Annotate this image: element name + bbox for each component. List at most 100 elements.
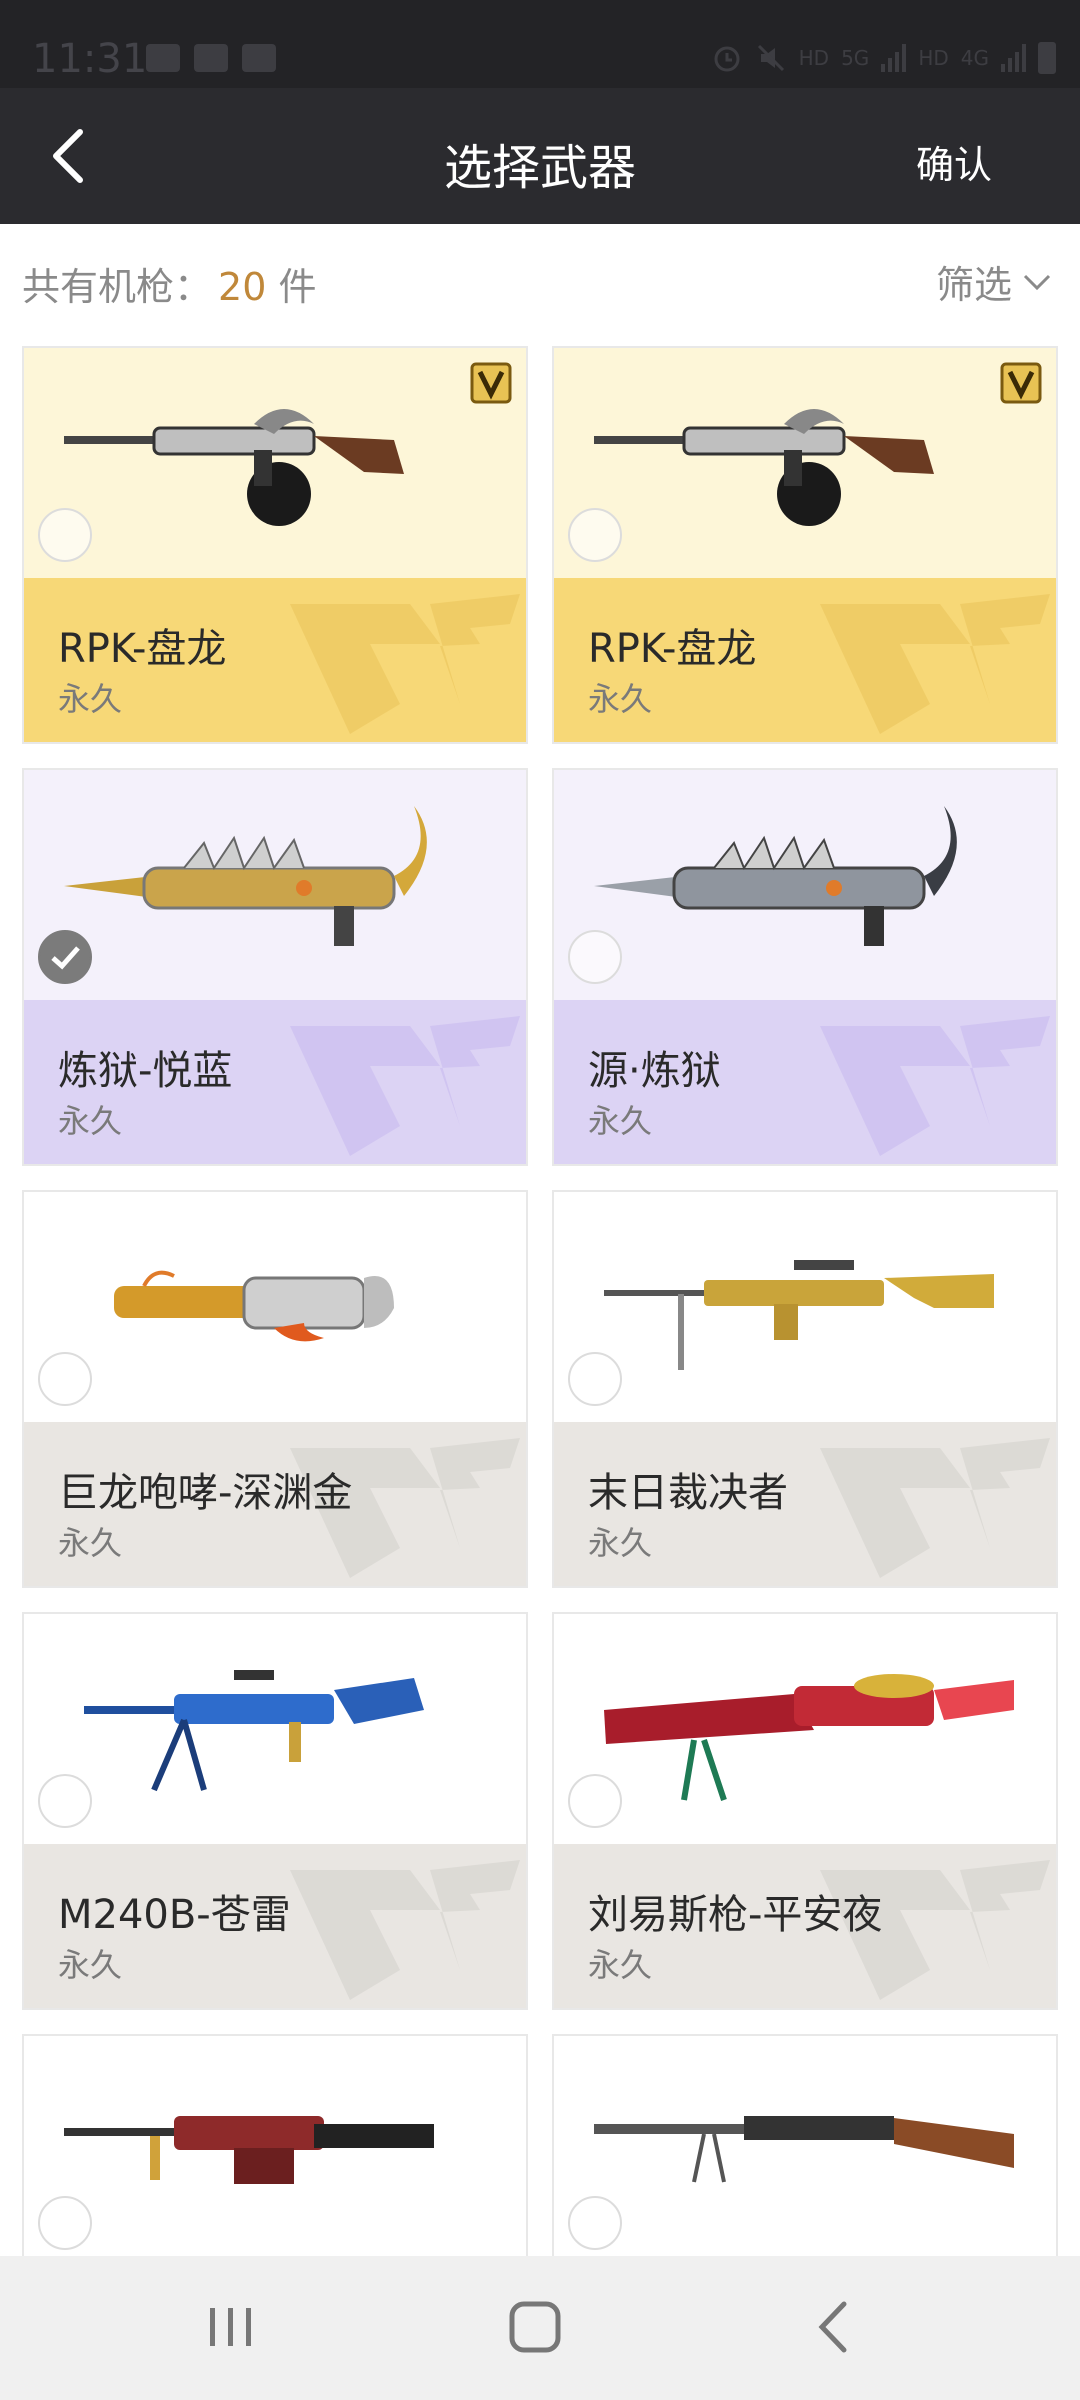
system-nav-bar — [0, 2256, 1080, 2400]
filter-button[interactable]: 筛选 — [936, 254, 1054, 309]
select-checkbox[interactable] — [38, 2196, 92, 2250]
weapon-name: 源·炼狱 — [588, 1048, 721, 1094]
weapon-card[interactable]: 末日裁决者 永久 — [552, 1190, 1058, 1588]
signal-icon-2 — [1001, 44, 1026, 72]
weapon-image-area — [24, 348, 526, 578]
vip-badge-icon — [470, 362, 512, 404]
select-checkbox[interactable] — [568, 508, 622, 562]
select-checkbox[interactable] — [568, 1352, 622, 1406]
weapon-card[interactable]: M240B-苍雷 永久 — [22, 1612, 528, 2010]
4g-label: 4G — [960, 46, 989, 70]
weapon-info: 刘易斯枪-平安夜 永久 — [554, 1844, 1056, 2008]
cf-watermark-icon — [290, 1016, 520, 1156]
select-checkbox[interactable] — [38, 1774, 92, 1828]
select-checkbox[interactable] — [568, 930, 622, 984]
weapon-image-area — [554, 348, 1056, 578]
cf-watermark-icon — [820, 1016, 1050, 1156]
weapon-image-area — [554, 2036, 1056, 2266]
weapon-duration: 永久 — [588, 1524, 653, 1562]
weapon-duration: 永久 — [58, 1946, 123, 1984]
weapon-name: 炼狱-悦蓝 — [58, 1048, 233, 1094]
inferno-gun-gold-icon — [64, 806, 490, 966]
weapon-name: 末日裁决者 — [588, 1470, 788, 1516]
chevron-down-icon — [1023, 274, 1051, 290]
home-icon[interactable] — [500, 2292, 570, 2362]
weapon-image-area — [554, 1614, 1056, 1844]
weapon-card[interactable]: 炼狱-悦蓝 永久 — [22, 768, 528, 1166]
weapon-grid: RPK-盘龙 永久 RPK-盘龙 永久 炼狱-悦蓝 永久 源·炼狱 永久 巨龙咆… — [22, 346, 1058, 2400]
weapon-info: 炼狱-悦蓝 永久 — [24, 1000, 526, 1164]
weapon-duration: 永久 — [58, 1524, 123, 1562]
status-time: 11:31 — [32, 36, 148, 82]
select-checkbox[interactable] — [38, 1352, 92, 1406]
weapon-card[interactable]: 源·炼狱 永久 — [552, 768, 1058, 1166]
vintage-mg-icon — [594, 2072, 1020, 2232]
count-unit: 件 — [278, 265, 317, 309]
app-header: 选择武器 确认 — [0, 88, 1080, 224]
select-checkbox[interactable] — [568, 1774, 622, 1828]
status-bar: 11:31 HD 5G HD 4G — [0, 0, 1080, 88]
hd-label-2: HD — [918, 46, 949, 70]
filter-label: 筛选 — [935, 263, 1012, 307]
alarm-icon — [714, 46, 740, 72]
golden-mg-icon — [594, 1228, 1020, 1388]
mute-icon — [757, 44, 784, 72]
signal-icon — [881, 44, 907, 72]
nav-back-icon[interactable] — [800, 2292, 870, 2362]
christmas-lewis-gun-icon — [594, 1650, 1020, 1810]
weapon-info: M240B-苍雷 永久 — [24, 1844, 526, 2008]
weapon-image-area — [554, 1192, 1056, 1422]
weapon-count-summary: 共有机枪： 20 件 — [22, 256, 316, 311]
vip-badge-icon — [1000, 362, 1042, 404]
image-icon — [242, 44, 276, 72]
weapon-card[interactable]: 刘易斯枪-平安夜 永久 — [552, 1612, 1058, 2010]
confirm-button[interactable]: 确认 — [916, 134, 992, 189]
cf-watermark-icon — [820, 594, 1050, 734]
cf-watermark-icon — [290, 594, 520, 734]
5g-label: 5G — [841, 46, 870, 70]
weapon-image-area — [554, 770, 1056, 1000]
weapon-image-area — [24, 770, 526, 1000]
summary-prefix: 共有机枪： — [22, 265, 213, 309]
hd-label: HD — [798, 46, 830, 70]
battery-icon — [1038, 42, 1056, 74]
weapon-name: M240B-苍雷 — [58, 1892, 291, 1938]
weapon-duration: 永久 — [58, 680, 123, 718]
recents-icon[interactable] — [196, 2292, 266, 2362]
weapon-info: RPK-盘龙 永久 — [24, 578, 526, 742]
weapon-card[interactable]: 巨龙咆哮-深渊金 永久 — [22, 1190, 528, 1588]
weapon-image-area — [24, 1614, 526, 1844]
weapon-count: 20 — [218, 265, 267, 309]
message-icon — [146, 44, 180, 72]
dragon-roar-gun-icon — [64, 1228, 490, 1388]
select-checkbox[interactable] — [38, 930, 92, 984]
weapon-info: RPK-盘龙 永久 — [554, 578, 1056, 742]
weapon-duration: 永久 — [588, 680, 653, 718]
camera-icon — [194, 44, 228, 72]
weapon-info: 源·炼狱 永久 — [554, 1000, 1056, 1164]
inferno-gun-steel-icon — [594, 806, 1020, 966]
back-arrow-icon[interactable] — [40, 124, 104, 188]
weapon-image-area — [24, 1192, 526, 1422]
weapon-card[interactable]: RPK-盘龙 永久 — [22, 346, 528, 744]
weapon-duration: 永久 — [588, 1102, 653, 1140]
rpk-dragon-rifle-icon — [594, 384, 1020, 544]
weapon-name: 巨龙咆哮-深渊金 — [58, 1470, 353, 1516]
checkmark-icon — [51, 946, 80, 970]
weapon-name: RPK-盘龙 — [588, 626, 757, 672]
cf-watermark-icon — [290, 1860, 520, 2000]
weapon-name: RPK-盘龙 — [58, 626, 227, 672]
weapon-info: 末日裁决者 永久 — [554, 1422, 1056, 1586]
select-checkbox[interactable] — [568, 2196, 622, 2250]
rpk-dragon-rifle-icon — [64, 384, 490, 544]
weapon-duration: 永久 — [58, 1102, 123, 1140]
blue-m240b-icon — [64, 1650, 490, 1810]
weapon-info: 巨龙咆哮-深渊金 永久 — [24, 1422, 526, 1586]
weapon-name: 刘易斯枪-平安夜 — [588, 1892, 883, 1938]
red-m249-icon — [64, 2072, 490, 2232]
weapon-duration: 永久 — [588, 1946, 653, 1984]
weapon-card[interactable]: RPK-盘龙 永久 — [552, 346, 1058, 744]
select-checkbox[interactable] — [38, 508, 92, 562]
weapon-image-area — [24, 2036, 526, 2266]
cf-watermark-icon — [820, 1438, 1050, 1578]
